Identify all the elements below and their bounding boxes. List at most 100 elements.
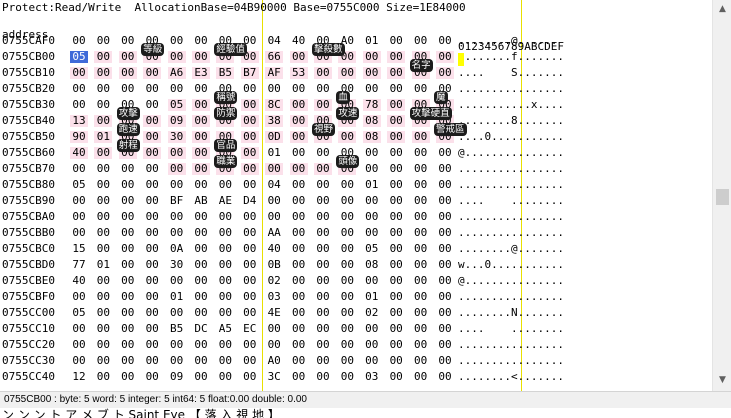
hex-byte[interactable]: 00 [119,195,137,207]
hex-byte[interactable]: 00 [412,355,430,367]
hex-byte[interactable]: 00 [412,307,430,319]
hex-byte[interactable]: B5 [168,323,186,335]
hex-byte[interactable]: 00 [192,211,210,223]
row-address[interactable]: 0755CB50 [2,131,55,143]
hex-byte[interactable]: 01 [363,291,381,303]
hex-byte[interactable]: 00 [70,323,88,335]
hex-byte[interactable]: 00 [436,291,454,303]
hex-byte[interactable]: 30 [168,259,186,271]
hex-byte[interactable]: 00 [387,371,405,383]
hex-byte[interactable]: 00 [94,179,112,191]
row-address[interactable]: 0755CBE0 [2,275,55,287]
hex-byte[interactable]: 00 [70,83,88,95]
hex-byte[interactable]: 00 [436,227,454,239]
hex-byte[interactable]: 04 [265,35,283,47]
hex-byte[interactable]: 00 [167,51,186,63]
hex-byte[interactable]: 00 [192,99,210,111]
hex-byte[interactable]: 00 [412,227,430,239]
hex-byte[interactable]: 40 [265,243,283,255]
hex-byte[interactable]: 00 [94,211,112,223]
hex-byte[interactable]: 00 [412,83,430,95]
ascii-cell[interactable]: ........8....... [458,115,564,127]
hex-byte[interactable]: 00 [290,275,308,287]
hex-byte[interactable]: 00 [436,259,454,271]
hex-byte[interactable]: 00 [412,275,430,287]
hex-byte[interactable]: B7 [240,67,259,79]
hex-byte[interactable]: 00 [143,83,161,95]
hex-byte[interactable]: 00 [436,339,454,351]
hex-byte[interactable]: 40 [290,35,308,47]
hex-byte[interactable]: 00 [289,51,308,63]
hex-byte[interactable]: 00 [168,83,186,95]
hex-byte[interactable]: 00 [241,355,259,367]
hex-byte[interactable]: 05 [70,307,88,319]
hex-byte[interactable]: 00 [387,243,405,255]
hex-byte[interactable]: 00 [290,243,308,255]
hex-byte[interactable]: 00 [119,179,137,191]
hex-byte[interactable]: 00 [168,179,186,191]
hex-byte[interactable]: 00 [240,163,259,175]
hex-byte[interactable]: 00 [314,99,332,111]
hex-byte[interactable]: 00 [94,371,112,383]
hex-byte[interactable]: 00 [338,355,356,367]
hex-byte[interactable]: 00 [240,115,259,127]
ascii-cell[interactable]: ................ [458,163,564,175]
hex-byte[interactable]: 08 [362,131,381,143]
hex-byte[interactable]: 05 [167,99,186,111]
hex-byte[interactable]: 00 [338,339,356,351]
hex-byte[interactable]: A6 [167,67,186,79]
hex-byte[interactable]: 77 [70,259,88,271]
vertical-scrollbar[interactable]: ▲ ▼ [712,0,731,391]
hex-row[interactable]: 0755CB50 90 01 00 00 30 00 00 00 0D 00 00 00 08 00 00 00… [0,131,712,143]
hex-byte[interactable]: 00 [119,355,137,367]
ascii-cell[interactable]: w...0........... [458,259,564,271]
hex-byte[interactable]: 00 [314,323,332,335]
hex-byte[interactable]: 00 [387,323,405,335]
hex-byte[interactable]: 00 [94,99,112,111]
ascii-cell[interactable]: ........N....... [458,307,564,319]
hex-byte[interactable]: 00 [119,371,137,383]
hex-byte[interactable]: 00 [192,51,210,63]
hex-byte[interactable]: 00 [290,83,308,95]
hex-byte[interactable]: 00 [290,291,308,303]
hex-byte[interactable]: 01 [265,147,283,159]
hex-byte[interactable]: 00 [70,211,88,223]
hex-byte[interactable]: 00 [338,195,356,207]
hex-byte[interactable]: 00 [94,307,112,319]
hex-byte[interactable]: 00 [94,51,113,63]
hex-byte[interactable]: 00 [265,163,284,175]
hex-byte[interactable]: AF [265,67,284,79]
hex-byte[interactable]: 00 [94,243,112,255]
hex-byte[interactable]: 02 [265,275,283,287]
row-address[interactable]: 0755CB90 [2,195,55,207]
ascii-cell[interactable]: ................ [458,179,564,191]
row-address[interactable]: 0755CB80 [2,179,55,191]
row-address[interactable]: 0755CB30 [2,99,55,111]
hex-byte[interactable]: 00 [387,163,405,175]
hex-byte[interactable]: 00 [412,243,430,255]
hex-byte[interactable]: 00 [436,323,454,335]
hex-byte[interactable]: 00 [119,227,137,239]
hex-byte[interactable]: 00 [241,371,259,383]
hex-byte[interactable]: 00 [70,163,88,175]
hex-byte[interactable]: 66 [265,51,284,63]
hex-byte[interactable]: 00 [192,355,210,367]
hex-byte[interactable]: 00 [143,355,161,367]
hex-byte[interactable]: 00 [167,147,186,159]
hex-byte[interactable]: 00 [362,67,381,79]
hex-byte[interactable]: 00 [289,115,308,127]
hex-byte[interactable]: 00 [387,67,406,79]
hex-byte[interactable]: 00 [436,243,454,255]
hex-byte[interactable]: 00 [94,163,112,175]
ascii-cell[interactable]: .... ........ [458,195,564,207]
ascii-cell[interactable]: ....0........... [458,131,564,143]
hex-byte[interactable]: 00 [119,259,137,271]
hex-byte[interactable]: 00 [265,195,283,207]
hex-byte[interactable]: 00 [70,339,88,351]
hex-byte[interactable]: 00 [314,291,332,303]
hex-byte[interactable]: 00 [94,115,113,127]
hex-byte[interactable]: 00 [436,51,454,63]
hex-byte[interactable]: 00 [363,195,381,207]
hex-byte[interactable]: 8C [265,99,284,111]
hex-byte[interactable]: 00 [70,35,88,47]
